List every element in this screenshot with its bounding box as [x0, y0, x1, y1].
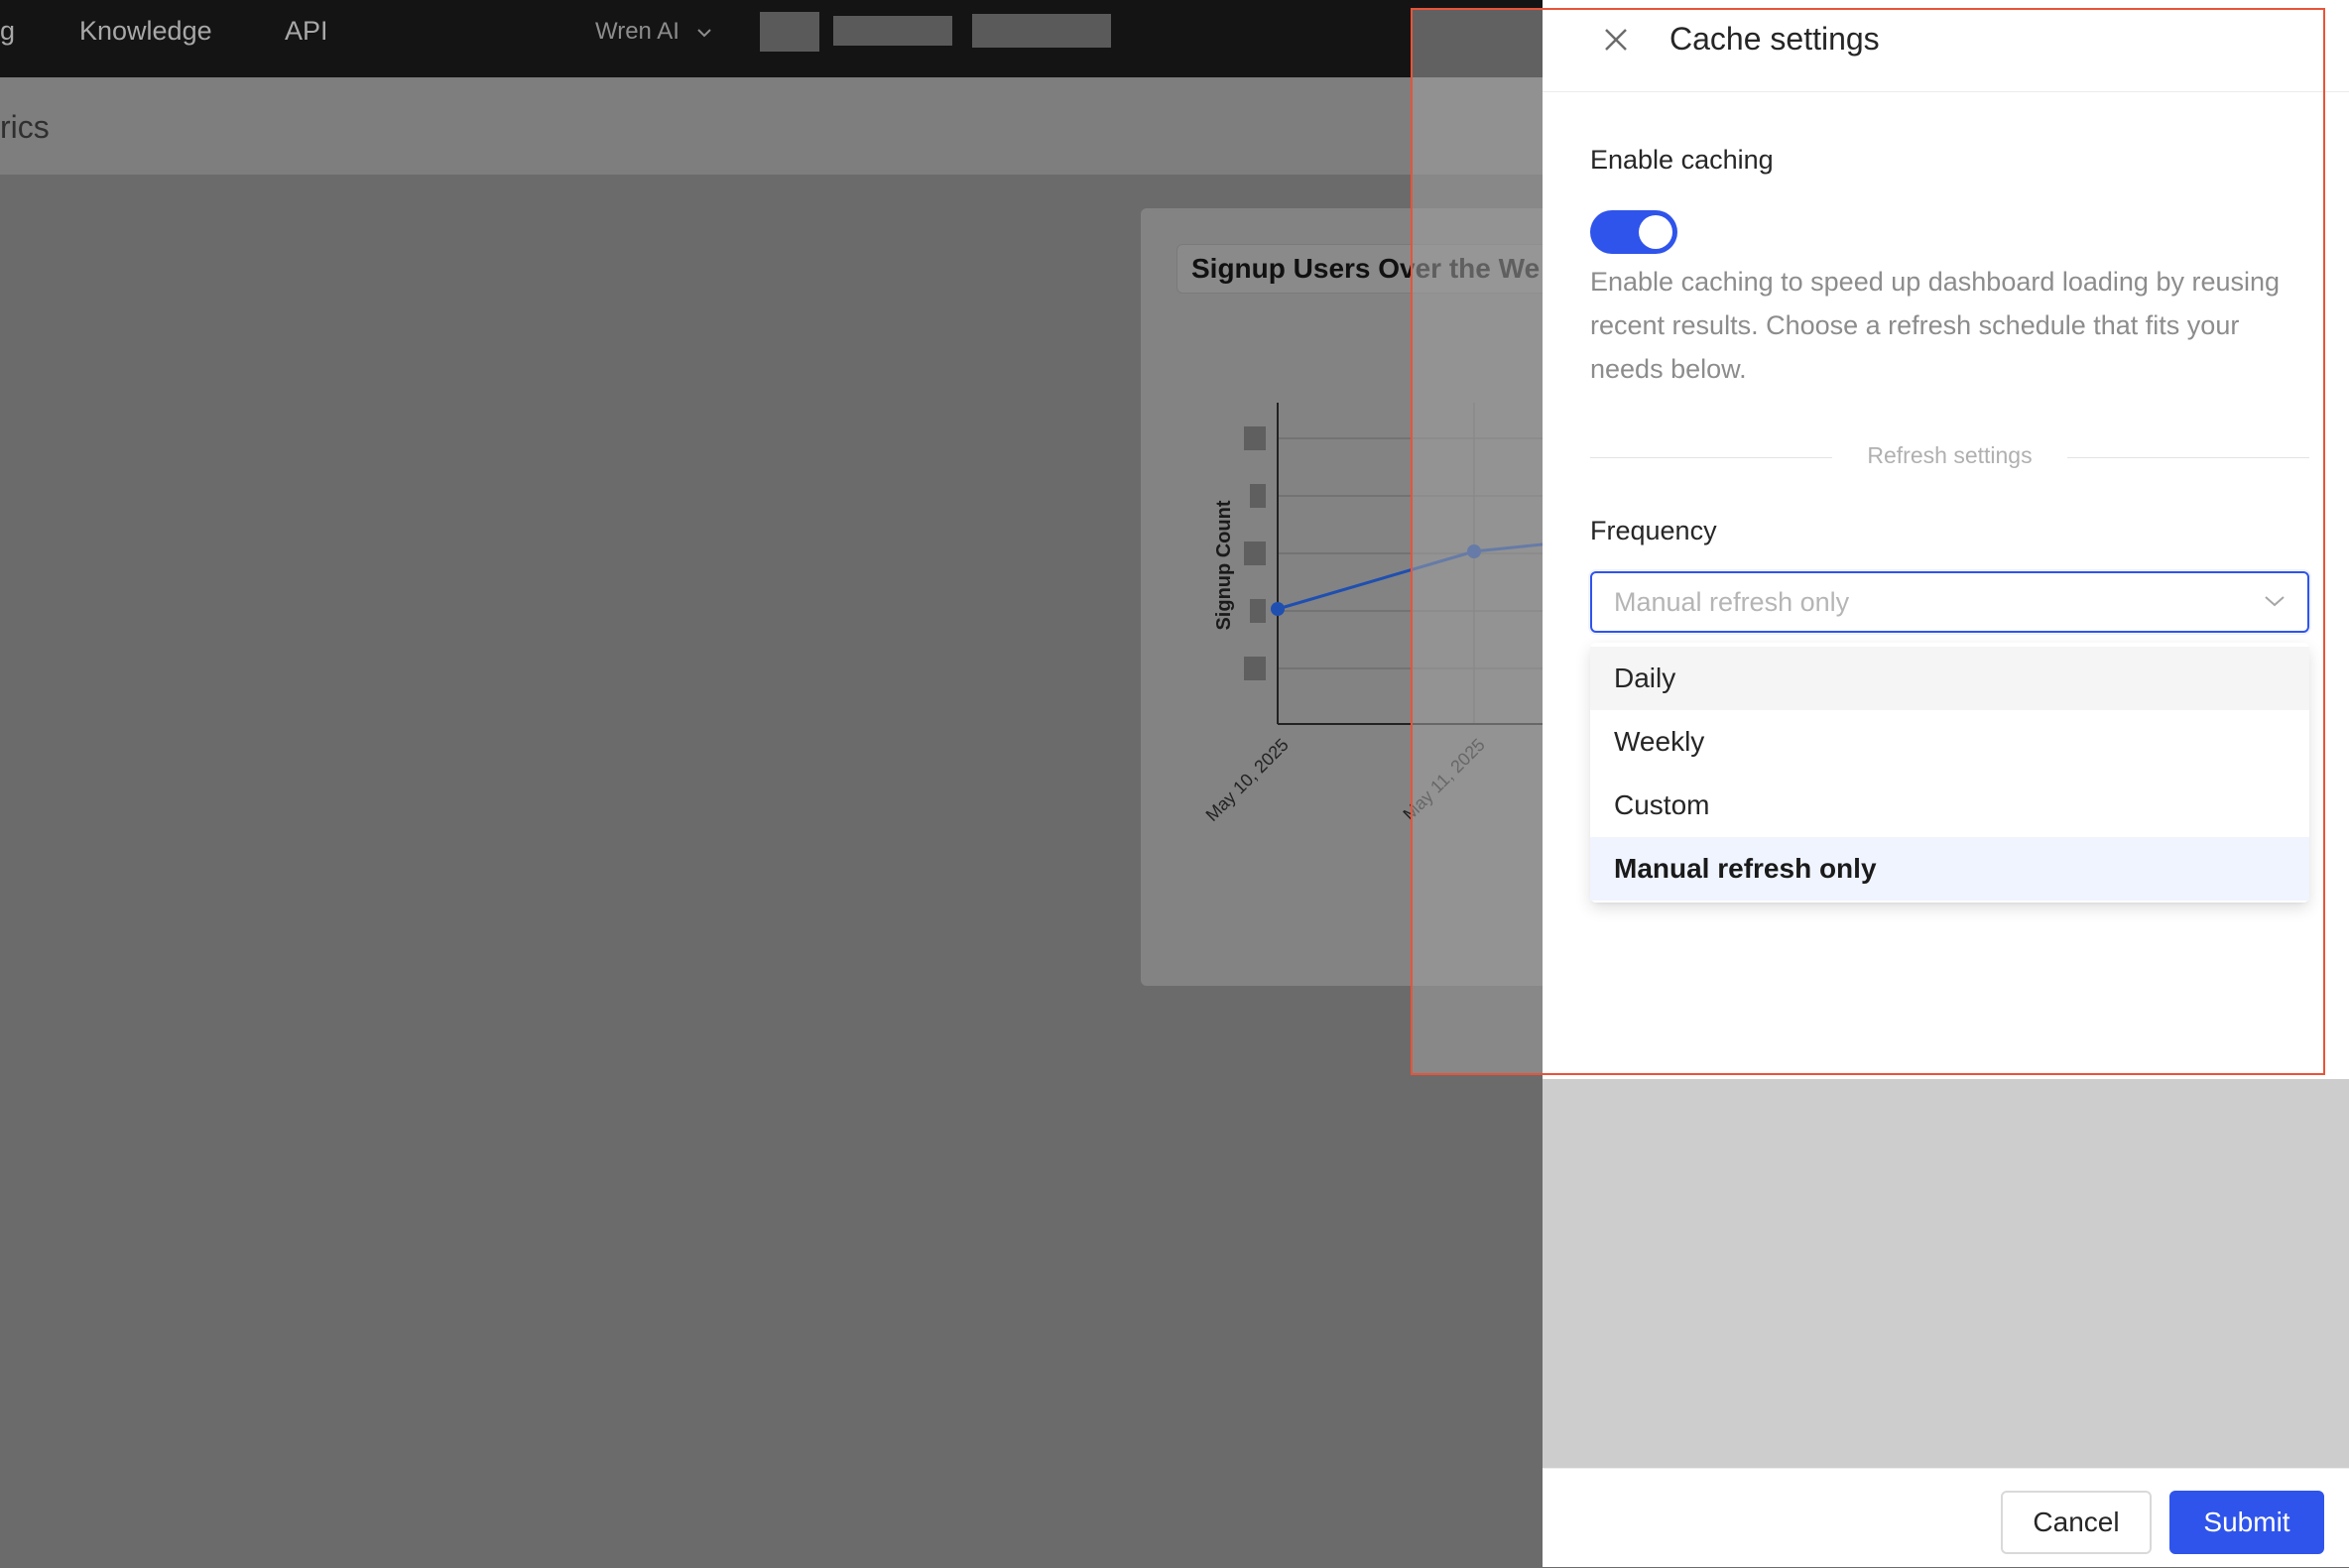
- y-tick-label-redacted: [1244, 542, 1266, 565]
- option-daily[interactable]: Daily: [1590, 647, 2309, 710]
- option-weekly[interactable]: Weekly: [1590, 710, 2309, 774]
- frequency-label: Frequency: [1590, 516, 1717, 545]
- nav-item-knowledge[interactable]: Knowledge: [79, 16, 212, 47]
- drawer-title: Cache settings: [1669, 21, 1880, 57]
- page-title: rics: [0, 109, 50, 145]
- frequency-select-placeholder: Manual refresh only: [1614, 587, 1850, 617]
- enable-caching-label: Enable caching: [1590, 145, 1774, 175]
- nav-item-api[interactable]: API: [285, 16, 328, 47]
- frequency-select[interactable]: Manual refresh only: [1590, 571, 2309, 633]
- divider-text: Refresh settings: [1867, 442, 2033, 468]
- cancel-button[interactable]: Cancel: [2001, 1491, 2152, 1554]
- refresh-settings-divider: Refresh settings: [1590, 442, 2309, 472]
- drawer-dim-overlay: [1543, 1079, 2349, 1468]
- y-tick-label-redacted: [1250, 484, 1266, 508]
- drawer-header: Cache settings: [1543, 0, 2349, 92]
- y-axis-label: Signup Count: [1213, 500, 1235, 630]
- toggle-knob: [1639, 215, 1672, 249]
- submit-button[interactable]: Submit: [2169, 1491, 2324, 1554]
- close-icon: [1596, 29, 1636, 62]
- chart-title: Signup Users Over the We: [1176, 244, 1555, 294]
- chevron-down-icon: [696, 22, 712, 45]
- frequency-dropdown: Daily Weekly Custom Manual refresh only: [1590, 643, 2309, 903]
- chart-x-tick-labels: May 10, 2025 May 11, 2025: [1202, 735, 1489, 825]
- nav-item-partial[interactable]: g: [0, 16, 15, 47]
- data-point: [1467, 544, 1481, 558]
- option-custom[interactable]: Custom: [1590, 774, 2309, 837]
- chart-y-ticks: [1244, 426, 1266, 680]
- project-selector[interactable]: Wren AI: [595, 18, 712, 46]
- close-button[interactable]: [1596, 20, 1636, 60]
- caching-description: Enable caching to speed up dashboard loa…: [1590, 267, 2281, 384]
- y-tick-label-redacted: [1244, 657, 1266, 680]
- y-tick-label-redacted: [1250, 599, 1266, 623]
- chevron-down-icon: [2264, 593, 2286, 614]
- data-point: [1271, 602, 1285, 616]
- enable-caching-toggle[interactable]: [1590, 210, 1677, 254]
- project-name: Wren AI: [595, 18, 680, 45]
- x-tick-label: May 11, 2025: [1399, 735, 1488, 824]
- x-tick-label: May 10, 2025: [1202, 735, 1293, 825]
- option-manual-refresh-only[interactable]: Manual refresh only: [1590, 837, 2309, 901]
- drawer-footer: Cancel Submit: [1543, 1468, 2349, 1568]
- y-tick-label-redacted: [1244, 426, 1266, 450]
